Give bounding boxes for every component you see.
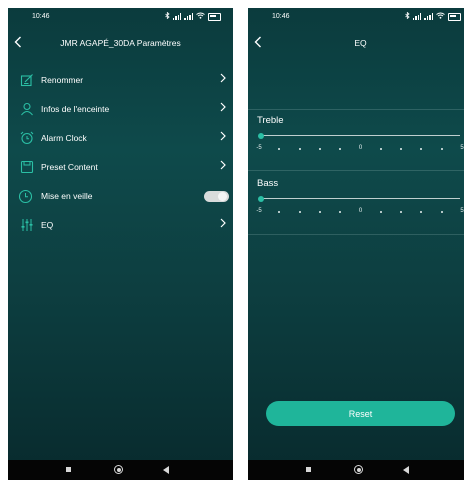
tick-dot [440, 211, 443, 213]
status-time: 10:46 [32, 13, 50, 20]
signal-icon-2 [184, 13, 193, 20]
tick-dot [339, 148, 342, 150]
chevron-right-icon [220, 102, 226, 115]
tick-dot [440, 148, 443, 150]
home-icon[interactable] [354, 465, 363, 474]
chevron-right-icon [220, 131, 226, 144]
divider [248, 109, 464, 110]
reset-button[interactable]: Reset [266, 401, 455, 426]
divider [248, 170, 464, 171]
tick-dot [318, 211, 321, 213]
battery-icon [448, 12, 461, 21]
save-icon [20, 160, 34, 174]
eq-screen: 10:46 EQ Treble -5 0 5 Bass -5 0 5 Reset [248, 8, 464, 480]
eq-header: EQ [248, 34, 464, 54]
tick-dot [400, 211, 403, 213]
menu-item-alarm-clock[interactable]: Alarm Clock [8, 124, 233, 153]
status-time: 10:46 [272, 13, 290, 20]
edit-icon [20, 73, 34, 87]
system-nav-bar [248, 460, 464, 480]
divider [248, 234, 464, 235]
wifi-icon [196, 12, 205, 21]
tick-dot [400, 148, 403, 150]
recent-apps-icon[interactable] [66, 467, 71, 472]
battery-icon [208, 12, 221, 21]
menu-item-label: Infos de l'enceinte [41, 104, 110, 114]
menu-item-label: EQ [41, 220, 54, 230]
page-title: EQ [354, 38, 367, 48]
menu-item-label: Alarm Clock [41, 133, 87, 143]
status-icons [405, 11, 461, 21]
tick-label-max: 5 [460, 208, 464, 214]
slider-track[interactable] [258, 195, 460, 202]
slider-ticks: -5 0 5 [256, 208, 464, 216]
status-bar: 10:46 [8, 8, 233, 26]
signal-icon-2 [424, 13, 433, 20]
menu-item-speaker-info[interactable]: Infos de l'enceinte [8, 95, 233, 124]
tick-label-mid: 0 [358, 208, 363, 214]
tick-dot [379, 148, 382, 150]
status-icons [165, 11, 221, 21]
slider-thumb[interactable] [258, 132, 264, 139]
status-bar: 10:46 [248, 8, 464, 26]
signal-icon [172, 13, 182, 20]
tick-dot [318, 148, 321, 150]
nav-back-icon[interactable] [163, 466, 169, 474]
menu-item-eq[interactable]: EQ [8, 211, 233, 240]
tick-dot [420, 211, 423, 213]
slider-label: Treble [257, 115, 284, 126]
bluetooth-icon [165, 11, 170, 21]
chevron-right-icon [220, 160, 226, 173]
alarm-clock-icon [20, 131, 34, 145]
menu-item-preset-content[interactable]: Preset Content [8, 153, 233, 182]
tick-dot [420, 148, 423, 150]
slider-track[interactable] [258, 132, 460, 139]
menu-item-label: Mise en veille [41, 191, 93, 201]
tick-dot [278, 148, 281, 150]
menu-item-label: Renommer [41, 75, 84, 85]
slider-thumb[interactable] [258, 195, 264, 202]
tick-dot [278, 211, 281, 213]
menu-item-rename[interactable]: Renommer [8, 66, 233, 95]
person-icon [20, 102, 34, 116]
page-title: JMR AGAPÉ_30DA Paramètres [60, 38, 181, 48]
settings-screen: 10:46 JMR AGAPÉ_30DA Paramètres Renommer [8, 8, 233, 480]
menu-item-label: Preset Content [41, 162, 98, 172]
tick-label-mid: 0 [358, 145, 363, 151]
tick-dot [298, 211, 301, 213]
sleep-clock-icon [18, 189, 33, 204]
slider-ticks: -5 0 5 [256, 145, 464, 153]
tick-label-min: -5 [256, 208, 262, 214]
tick-label-max: 5 [460, 145, 464, 151]
chevron-right-icon [220, 73, 226, 86]
toggle-knob [218, 192, 227, 201]
bluetooth-icon [405, 11, 410, 21]
wifi-icon [436, 12, 445, 21]
system-nav-bar [8, 460, 233, 480]
tick-dot [379, 211, 382, 213]
home-icon[interactable] [114, 465, 123, 474]
recent-apps-icon[interactable] [306, 467, 311, 472]
menu-item-sleep-mode: Mise en veille [8, 182, 233, 211]
settings-header: JMR AGAPÉ_30DA Paramètres [8, 34, 233, 54]
nav-back-icon[interactable] [403, 466, 409, 474]
sleep-mode-toggle[interactable] [204, 191, 229, 202]
tick-label-min: -5 [256, 145, 262, 151]
signal-icon [412, 13, 422, 20]
slider-label: Bass [257, 178, 279, 189]
equalizer-icon [20, 218, 34, 232]
tick-dot [339, 211, 342, 213]
tick-dot [298, 148, 301, 150]
chevron-right-icon [220, 218, 226, 231]
